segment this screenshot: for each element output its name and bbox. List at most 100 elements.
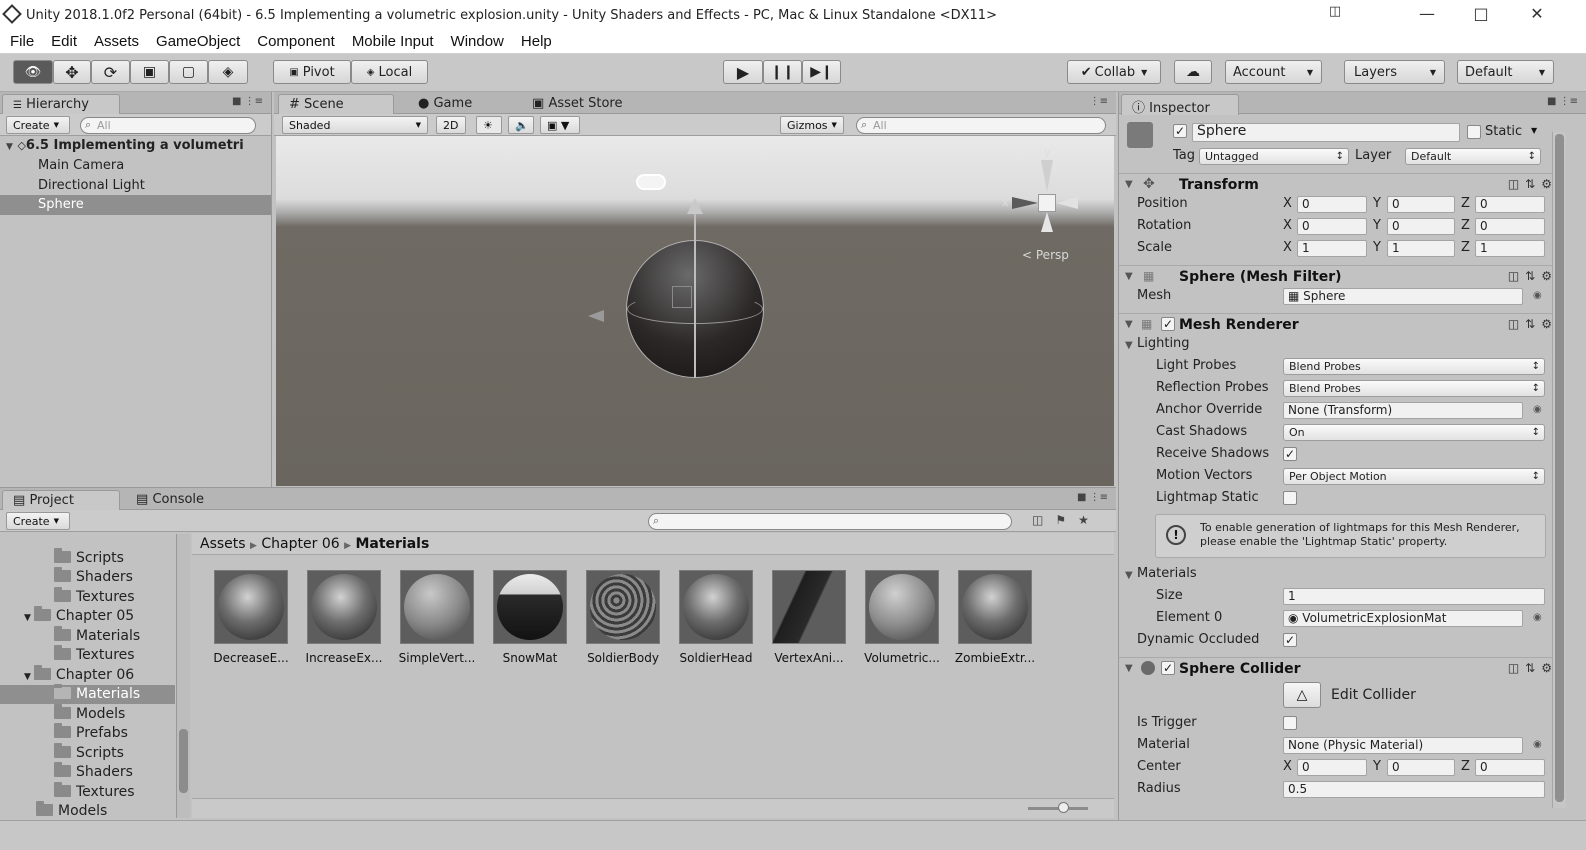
tree-item[interactable]: Scripts: [54, 548, 124, 568]
effects-image-icon[interactable]: ▣ ▼: [540, 116, 580, 134]
breadcrumb-chapter[interactable]: Chapter 06: [261, 536, 339, 552]
object-picker-icon[interactable]: ◉: [1533, 404, 1542, 415]
gizmo-y-cone[interactable]: [1041, 160, 1053, 192]
panel-menu-icon[interactable]: ⋮≡: [1090, 96, 1108, 107]
lighting-toggle-sun-icon[interactable]: ☀: [476, 116, 502, 134]
element-0-field[interactable]: ◉ VolumetricExplosionMat: [1283, 610, 1523, 627]
collab-dropdown[interactable]: ✔ Collab ▼: [1067, 60, 1161, 84]
position-z-field[interactable]: 0: [1475, 196, 1545, 213]
2d-toggle[interactable]: 2D: [436, 116, 466, 134]
center-x-field[interactable]: 0: [1297, 759, 1367, 776]
collider-material-field[interactable]: None (Physic Material): [1283, 737, 1523, 754]
mesh-renderer-header[interactable]: ▼ ▦ ✓ Mesh Renderer ◫⇅⚙: [1119, 313, 1566, 335]
tree-item[interactable]: Models: [36, 801, 107, 818]
position-y-field[interactable]: 0: [1387, 196, 1455, 213]
sphere-collider-header[interactable]: ▼ ✓ Sphere Collider ◫⇅⚙: [1119, 657, 1566, 679]
minimize-button[interactable]: —: [1412, 4, 1442, 23]
light-probes-dropdown[interactable]: Blend Probes: [1283, 358, 1545, 375]
object-picker-icon[interactable]: ◉: [1533, 290, 1542, 301]
tab-console[interactable]: ▤ Console: [126, 490, 226, 511]
asset-item[interactable]: Volumetric...: [857, 570, 947, 665]
plane-handle[interactable]: [672, 286, 692, 308]
pivot-toggle[interactable]: ▣ Pivot: [273, 60, 351, 84]
gizmo-neg-y-cone[interactable]: [1041, 212, 1053, 232]
scale-z-field[interactable]: 1: [1475, 240, 1545, 257]
materials-size-field[interactable]: 1: [1283, 588, 1545, 605]
tab-scene[interactable]: # Scene: [278, 94, 394, 115]
transform-tool-icon[interactable]: ◈: [208, 60, 248, 84]
menu-window[interactable]: Window: [451, 33, 504, 50]
center-y-field[interactable]: 0: [1387, 759, 1455, 776]
motion-vectors-dropdown[interactable]: Per Object Motion: [1283, 468, 1545, 485]
tree-item[interactable]: ▼ Chapter 05: [24, 606, 134, 626]
sphere-collider-enabled-checkbox[interactable]: ✓: [1161, 661, 1175, 675]
tree-item[interactable]: Prefabs: [54, 723, 128, 743]
asset-item[interactable]: SimpleVert...: [392, 570, 482, 665]
asset-item[interactable]: SoldierHead: [671, 570, 761, 665]
gizmo-x-cone[interactable]: [1012, 197, 1038, 209]
x-axis-arrow-icon[interactable]: [588, 310, 604, 322]
menu-component[interactable]: Component: [257, 33, 335, 50]
layer-dropdown[interactable]: Default: [1405, 148, 1541, 165]
component-header-icons[interactable]: ◫⇅⚙: [1508, 661, 1558, 675]
tree-item[interactable]: Scripts: [54, 743, 124, 763]
tree-item[interactable]: ▼ Chapter 06: [24, 665, 134, 685]
menu-gameobject[interactable]: GameObject: [156, 33, 240, 50]
orientation-gizmo[interactable]: y x: [998, 146, 1092, 256]
menu-mobile-input[interactable]: Mobile Input: [352, 33, 434, 50]
shading-mode-dropdown[interactable]: Shaded ▼: [282, 116, 428, 134]
tree-item[interactable]: Materials: [54, 626, 140, 646]
tab-asset-store[interactable]: ▣ Asset Store: [522, 94, 652, 115]
breadcrumb-current[interactable]: Materials: [355, 536, 429, 552]
move-tool-icon[interactable]: ✥: [53, 60, 91, 84]
mesh-field[interactable]: ▦ Sphere: [1283, 288, 1523, 305]
mesh-filter-header[interactable]: ▼ ▦ Sphere (Mesh Filter) ◫⇅⚙: [1119, 265, 1566, 287]
tree-item[interactable]: Shaders: [54, 762, 133, 782]
project-search-input[interactable]: [648, 513, 1012, 530]
asset-item[interactable]: IncreaseEx...: [299, 570, 389, 665]
tree-item-selected[interactable]: Materials: [0, 684, 175, 704]
reflection-probes-dropdown[interactable]: Blend Probes: [1283, 380, 1545, 397]
tree-scrollbar[interactable]: [176, 534, 190, 818]
asset-item[interactable]: VertexAni...: [764, 570, 854, 665]
panel-menu-icon[interactable]: ■ ⋮≡: [1077, 492, 1108, 503]
menu-assets[interactable]: Assets: [94, 33, 139, 50]
object-name-field[interactable]: Sphere: [1192, 123, 1460, 142]
edit-collider-button[interactable]: △: [1283, 682, 1321, 708]
receive-shadows-checkbox[interactable]: ✓: [1283, 447, 1297, 461]
breadcrumb-assets[interactable]: Assets: [200, 536, 246, 552]
cast-shadows-dropdown[interactable]: On: [1283, 424, 1545, 441]
cloud-icon[interactable]: ☁: [1174, 60, 1212, 84]
mesh-renderer-enabled-checkbox[interactable]: ✓: [1161, 317, 1175, 331]
tab-hierarchy[interactable]: ☰ Hierarchy: [2, 94, 120, 115]
asset-item[interactable]: SnowMat: [485, 570, 575, 665]
tree-item[interactable]: Models: [54, 704, 125, 724]
project-create-dropdown[interactable]: Create ▼: [6, 512, 70, 530]
pause-button[interactable]: ❙❙: [763, 60, 802, 84]
layers-dropdown[interactable]: Layers ▼: [1344, 60, 1445, 84]
lightmap-static-checkbox[interactable]: [1283, 491, 1297, 505]
tab-inspector[interactable]: ⓘ Inspector: [1121, 94, 1239, 116]
rotation-y-field[interactable]: 0: [1387, 218, 1455, 235]
dynamic-occluded-checkbox[interactable]: ✓: [1283, 633, 1297, 647]
menu-edit[interactable]: Edit: [51, 33, 77, 50]
transform-header[interactable]: ▼ ✥ Transform ◫⇅⚙: [1119, 173, 1566, 195]
scale-x-field[interactable]: 1: [1297, 240, 1367, 257]
view-tool-eye-icon[interactable]: 👁: [13, 60, 53, 84]
tree-item[interactable]: Textures: [54, 645, 135, 665]
component-header-icons[interactable]: ◫⇅⚙: [1508, 177, 1558, 191]
tab-project[interactable]: ▤ Project: [2, 490, 120, 511]
gizmos-dropdown[interactable]: Gizmos ▼: [780, 116, 844, 134]
y-axis-arrow-icon[interactable]: [687, 198, 703, 214]
rotation-x-field[interactable]: 0: [1297, 218, 1367, 235]
scale-y-field[interactable]: 1: [1387, 240, 1455, 257]
radius-field[interactable]: 0.5: [1283, 781, 1545, 798]
gizmo-center-cube[interactable]: [1038, 194, 1056, 212]
scene-search-input[interactable]: All: [856, 117, 1106, 134]
center-z-field[interactable]: 0: [1475, 759, 1545, 776]
scene-viewport[interactable]: y x < Persp: [276, 136, 1114, 486]
position-x-field[interactable]: 0: [1297, 196, 1367, 213]
account-dropdown[interactable]: Account ▼: [1225, 60, 1322, 84]
y-axis-handle[interactable]: [694, 202, 696, 378]
hierarchy-item-sphere[interactable]: Sphere: [0, 195, 271, 215]
